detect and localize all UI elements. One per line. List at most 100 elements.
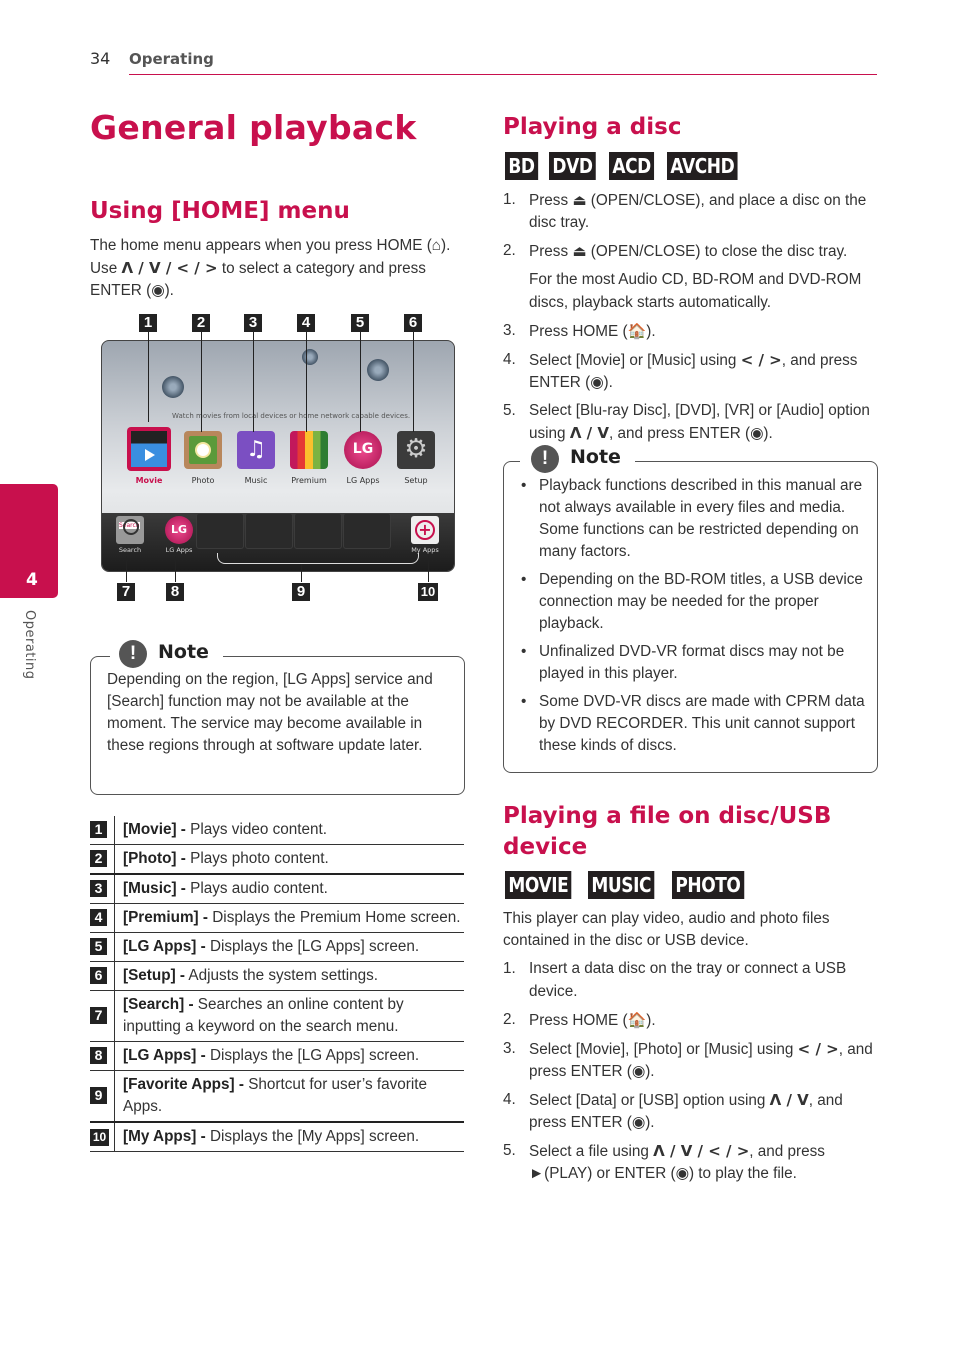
intro-text: The home menu appears when you press HOM… bbox=[90, 237, 432, 254]
home-menu-intro: The home menu appears when you press HOM… bbox=[90, 235, 460, 302]
step-item: 5. Select [Blu-ray Disc], [DVD], [VR] or … bbox=[503, 400, 878, 445]
legend-number: 3 bbox=[90, 874, 115, 904]
legend-number: 7 bbox=[90, 990, 115, 1042]
legend-desc: Plays photo content. bbox=[185, 850, 329, 867]
app-label-lg-apps: LG Apps bbox=[346, 476, 380, 485]
step-number: 2. bbox=[503, 1011, 516, 1028]
legend-row: 8 [LG Apps] - Displays the [LG Apps] scre… bbox=[90, 1041, 464, 1071]
callout-3: 3 bbox=[244, 314, 262, 332]
step-text: For the most Audio CD, BD-ROM and DVD-RO… bbox=[529, 271, 862, 311]
callout-line bbox=[306, 332, 307, 432]
legend-number-badge: 7 bbox=[90, 1007, 107, 1024]
step-text: Press bbox=[529, 243, 573, 260]
step-text: ). bbox=[646, 1012, 656, 1029]
legend-number-badge: 8 bbox=[90, 1047, 107, 1064]
legend-number-badge: 6 bbox=[90, 967, 107, 984]
setup-app-icon[interactable]: ⚙ bbox=[397, 431, 435, 469]
lg-logo: LG bbox=[352, 441, 374, 457]
favorite-app-slot[interactable] bbox=[343, 513, 391, 549]
callout-9: 9 bbox=[292, 583, 310, 601]
favorite-app-slot[interactable] bbox=[196, 513, 244, 549]
app-label-movie: Movie bbox=[135, 476, 163, 485]
step-item: 4. Select [Movie] or [Music] using < / >,… bbox=[503, 349, 878, 394]
legend-number: 2 bbox=[90, 844, 115, 874]
legend-description: [Photo] - Plays photo content. bbox=[115, 845, 465, 875]
legend-desc: Displays the [LG Apps] screen. bbox=[205, 938, 420, 955]
lg-apps-dock-icon[interactable]: LG bbox=[165, 516, 193, 544]
premium-app-icon[interactable] bbox=[290, 431, 328, 469]
legend-description: [My Apps] - Displays the [My Apps] scree… bbox=[115, 1122, 465, 1152]
note-bullet: Unfinalized DVD-VR format discs may not … bbox=[521, 641, 866, 685]
legend-term: [Photo] - bbox=[123, 850, 186, 867]
file-steps: 1. Insert a data disc on the tray or conn… bbox=[503, 958, 878, 1191]
app-label-photo: Photo bbox=[191, 476, 215, 485]
note-label: Note bbox=[154, 641, 223, 663]
legend-number-badge: 9 bbox=[90, 1087, 107, 1104]
chapter-label: Operating bbox=[22, 610, 37, 680]
callout-line bbox=[301, 564, 302, 582]
step-text: Select a file using bbox=[529, 1143, 654, 1160]
my-apps-icon[interactable]: + bbox=[411, 516, 439, 544]
button-symbol-icon: < / > bbox=[740, 351, 782, 369]
step-text: , and press ENTER (◉). bbox=[608, 425, 773, 442]
legend-number: 6 bbox=[90, 961, 115, 991]
home-menu-heading: Using [HOME] menu bbox=[90, 198, 350, 224]
legend-row: 6 [Setup] - Adjusts the system settings. bbox=[90, 961, 464, 991]
favorite-app-slot[interactable] bbox=[245, 513, 293, 549]
step-item: 3. Press HOME (🏠). bbox=[503, 320, 878, 343]
music-app-icon[interactable]: ♫ bbox=[237, 431, 275, 469]
format-badge-avchd: AVCHD bbox=[667, 152, 738, 180]
note-bullet: Playback functions described in this man… bbox=[521, 475, 866, 563]
step-text: Select [Movie], [Photo] or [Music] using bbox=[529, 1041, 798, 1058]
favorite-app-slot[interactable] bbox=[294, 513, 342, 549]
app-label-setup: Setup bbox=[404, 476, 428, 485]
legend-desc: Adjusts the system settings. bbox=[185, 967, 379, 984]
legend-description: [Search] - Searches an online content by… bbox=[115, 991, 465, 1042]
legend-row: 4 [Premium] - Displays the Premium Home s… bbox=[90, 903, 464, 933]
favorite-apps-bracket bbox=[217, 553, 419, 564]
callout-7: 7 bbox=[117, 583, 135, 601]
format-badge-photo: PHOTO bbox=[671, 871, 744, 899]
step-text: Press HOME ( bbox=[529, 323, 628, 340]
format-badge-movie: MOVIE bbox=[505, 871, 572, 899]
step-text: Press bbox=[529, 192, 573, 209]
legend-desc: Displays the [My Apps] screen. bbox=[205, 1128, 420, 1145]
legend-number: 4 bbox=[90, 903, 115, 933]
callout-line bbox=[126, 556, 127, 582]
movie-app-icon[interactable] bbox=[127, 427, 171, 471]
step-number: 3. bbox=[503, 322, 516, 339]
note-bullet: Depending on the BD-ROM titles, a USB de… bbox=[521, 569, 866, 635]
lg-apps-icon[interactable]: LG bbox=[344, 431, 382, 469]
callout-2: 2 bbox=[192, 314, 210, 332]
photo-app-icon[interactable] bbox=[184, 431, 222, 469]
callout-line bbox=[175, 556, 176, 582]
header-rule bbox=[129, 74, 877, 75]
step-text: Press HOME ( bbox=[529, 1012, 628, 1029]
disc-type-badges: BD DVD ACD AVCHD bbox=[505, 152, 755, 180]
search-icon[interactable]: Search bbox=[116, 516, 144, 544]
screen-tagline: Watch movies from local devices or home … bbox=[172, 412, 411, 420]
note-bullets: Playback functions described in this man… bbox=[521, 475, 866, 763]
lg-logo: LG bbox=[170, 523, 188, 536]
legend-description: [Movie] - Plays video content. bbox=[115, 816, 465, 845]
legend-desc: Plays video content. bbox=[185, 821, 328, 838]
legend-row: 9 [Favorite Apps] - Shortcut for user’s f… bbox=[90, 1070, 464, 1122]
callout-10: 10 bbox=[418, 583, 438, 601]
spotlight-icon bbox=[302, 349, 318, 365]
legend-number: 8 bbox=[90, 1041, 115, 1071]
callout-line bbox=[360, 332, 361, 432]
legend-table: 1 [Movie] - Plays video content. 2 [Photo] … bbox=[90, 816, 464, 1152]
note-label: Note bbox=[566, 446, 635, 468]
step-number: 2. bbox=[503, 242, 516, 259]
step-number: 1. bbox=[503, 960, 516, 977]
callout-line bbox=[201, 332, 202, 432]
legend-row: 3 [Music] - Plays audio content. bbox=[90, 874, 464, 904]
step-item: 1. Press ⏏ (OPEN/CLOSE), and place a disc… bbox=[503, 189, 878, 234]
callout-8: 8 bbox=[166, 583, 184, 601]
step-text: Insert a data disc on the tray or connec… bbox=[529, 960, 847, 1000]
app-label-premium: Premium bbox=[291, 476, 327, 485]
callout-6: 6 bbox=[404, 314, 422, 332]
spotlight-icon bbox=[367, 359, 389, 381]
step-text: Select [Data] or [USB] option using bbox=[529, 1092, 770, 1109]
legend-number: 1 bbox=[90, 816, 115, 845]
